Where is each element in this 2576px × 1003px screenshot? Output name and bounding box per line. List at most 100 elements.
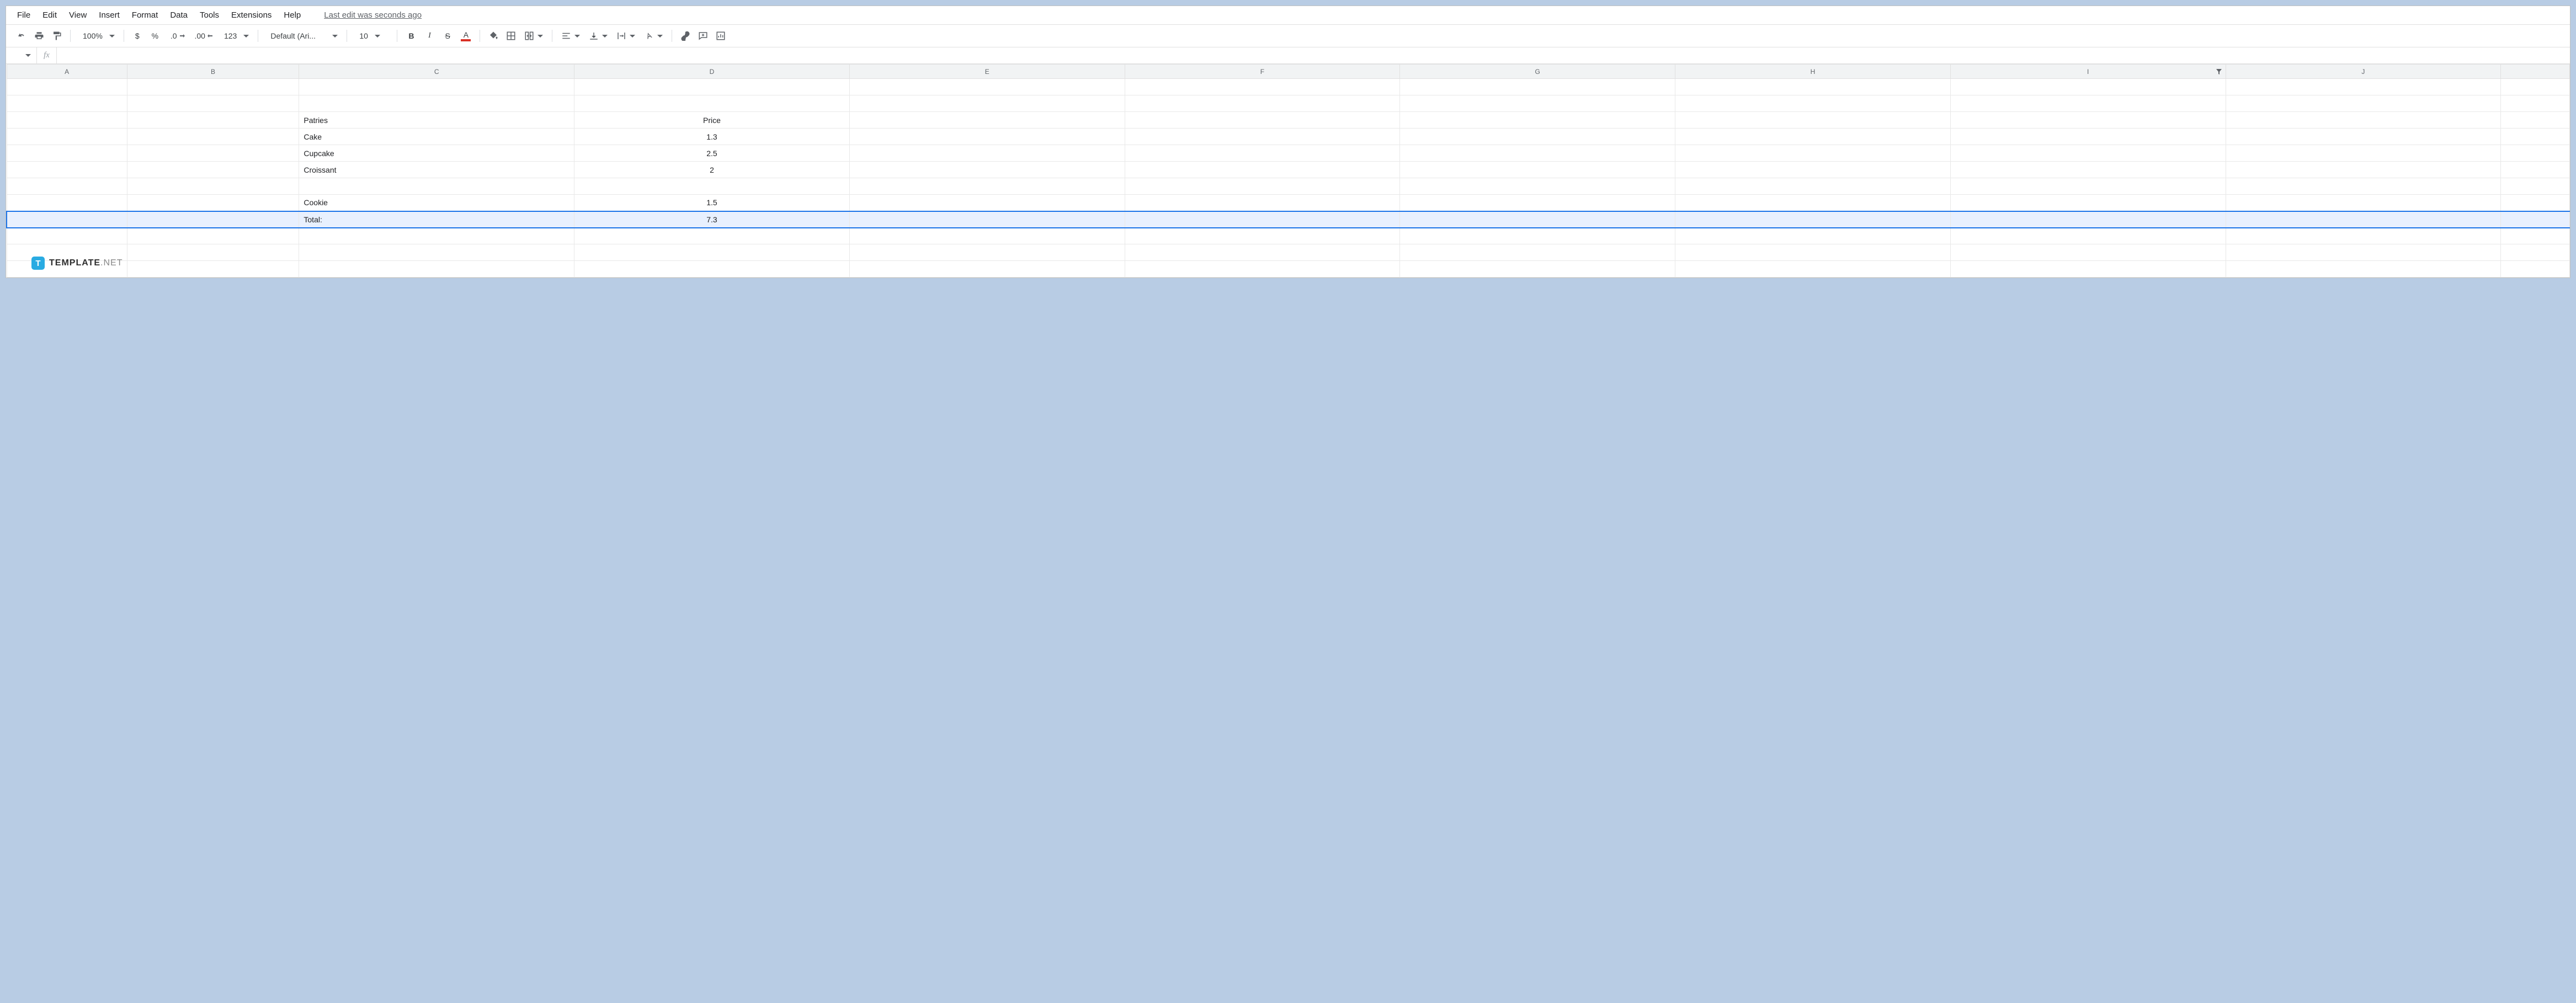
column-header-F[interactable]: F — [1125, 65, 1400, 79]
cell-H7[interactable] — [1675, 178, 1951, 195]
cell-B9[interactable] — [127, 211, 299, 228]
cell-J5[interactable] — [2226, 145, 2501, 162]
menu-tools[interactable]: Tools — [200, 10, 219, 20]
cell-C5[interactable]: Cupcake — [299, 145, 574, 162]
cell-I2[interactable] — [1950, 95, 2226, 112]
cell-J1[interactable] — [2226, 79, 2501, 95]
text-rotation-button[interactable] — [641, 31, 666, 41]
cell-H8[interactable] — [1675, 195, 1951, 211]
cell-F12[interactable] — [1125, 261, 1400, 278]
cell-A3[interactable] — [7, 112, 127, 129]
cell-D2[interactable] — [574, 95, 850, 112]
cell-E1[interactable] — [849, 79, 1125, 95]
borders-button[interactable] — [503, 28, 519, 44]
cell-F8[interactable] — [1125, 195, 1400, 211]
horizontal-align-button[interactable] — [558, 31, 583, 41]
cell-G12[interactable] — [1400, 261, 1675, 278]
cell-G9[interactable] — [1400, 211, 1675, 228]
cell-J8[interactable] — [2226, 195, 2501, 211]
column-header-J[interactable]: J — [2226, 65, 2501, 79]
cell-H5[interactable] — [1675, 145, 1951, 162]
cell-E10[interactable] — [849, 228, 1125, 244]
cell-F11[interactable] — [1125, 244, 1400, 261]
number-format-select[interactable]: 123 — [217, 31, 252, 40]
strikethrough-button[interactable]: S — [439, 28, 455, 44]
cell-G7[interactable] — [1400, 178, 1675, 195]
font-size-select[interactable]: 10 — [353, 31, 391, 40]
text-wrap-button[interactable] — [613, 31, 638, 41]
cell-E4[interactable] — [849, 129, 1125, 145]
cell-B11[interactable] — [127, 244, 299, 261]
cell-F6[interactable] — [1125, 162, 1400, 178]
cell-C3[interactable]: Patries — [299, 112, 574, 129]
cell-A11[interactable] — [7, 244, 127, 261]
cell-D12[interactable] — [574, 261, 850, 278]
cell-E2[interactable] — [849, 95, 1125, 112]
column-header-C[interactable]: C — [299, 65, 574, 79]
cell-I11[interactable] — [1950, 244, 2226, 261]
cell-F9[interactable] — [1125, 211, 1400, 228]
cell-I7[interactable] — [1950, 178, 2226, 195]
cell-H10[interactable] — [1675, 228, 1951, 244]
fill-color-button[interactable] — [486, 28, 501, 44]
name-box[interactable] — [6, 47, 37, 63]
cell-B3[interactable] — [127, 112, 299, 129]
menu-file[interactable]: File — [17, 10, 30, 20]
cell-E3[interactable] — [849, 112, 1125, 129]
cell-B12[interactable] — [127, 261, 299, 278]
cell-overflow-7[interactable] — [2501, 178, 2570, 195]
cell-G2[interactable] — [1400, 95, 1675, 112]
cell-I8[interactable] — [1950, 195, 2226, 211]
cell-B6[interactable] — [127, 162, 299, 178]
italic-button[interactable]: I — [422, 28, 437, 44]
menu-extensions[interactable]: Extensions — [231, 10, 272, 20]
cell-I5[interactable] — [1950, 145, 2226, 162]
column-header-B[interactable]: B — [127, 65, 299, 79]
last-edit-link[interactable]: Last edit was seconds ago — [324, 10, 422, 20]
cell-G5[interactable] — [1400, 145, 1675, 162]
cell-B10[interactable] — [127, 228, 299, 244]
cell-G10[interactable] — [1400, 228, 1675, 244]
column-header-G[interactable]: G — [1400, 65, 1675, 79]
cell-D3[interactable]: Price — [574, 112, 850, 129]
vertical-align-button[interactable] — [586, 31, 611, 41]
insert-chart-button[interactable] — [713, 28, 728, 44]
cell-I6[interactable] — [1950, 162, 2226, 178]
cell-E9[interactable] — [849, 211, 1125, 228]
cell-J6[interactable] — [2226, 162, 2501, 178]
cell-C12[interactable] — [299, 261, 574, 278]
cell-J4[interactable] — [2226, 129, 2501, 145]
cell-G6[interactable] — [1400, 162, 1675, 178]
cell-E8[interactable] — [849, 195, 1125, 211]
cell-A8[interactable] — [7, 195, 127, 211]
column-header-A[interactable]: A — [7, 65, 127, 79]
cell-B5[interactable] — [127, 145, 299, 162]
cell-D10[interactable] — [574, 228, 850, 244]
cell-J9[interactable] — [2226, 211, 2501, 228]
cell-I12[interactable] — [1950, 261, 2226, 278]
menu-help[interactable]: Help — [284, 10, 301, 20]
cell-J11[interactable] — [2226, 244, 2501, 261]
cell-C1[interactable] — [299, 79, 574, 95]
cell-I1[interactable] — [1950, 79, 2226, 95]
cell-J12[interactable] — [2226, 261, 2501, 278]
cell-A2[interactable] — [7, 95, 127, 112]
menu-insert[interactable]: Insert — [99, 10, 120, 20]
cell-E5[interactable] — [849, 145, 1125, 162]
cell-D4[interactable]: 1.3 — [574, 129, 850, 145]
cell-J2[interactable] — [2226, 95, 2501, 112]
paint-format-icon[interactable] — [49, 28, 65, 44]
cell-F3[interactable] — [1125, 112, 1400, 129]
menu-data[interactable]: Data — [170, 10, 188, 20]
cell-D6[interactable]: 2 — [574, 162, 850, 178]
cell-J3[interactable] — [2226, 112, 2501, 129]
cell-overflow-6[interactable] — [2501, 162, 2570, 178]
cell-F5[interactable] — [1125, 145, 1400, 162]
cell-overflow-1[interactable] — [2501, 79, 2570, 95]
text-color-button[interactable]: A — [458, 28, 474, 44]
cell-F2[interactable] — [1125, 95, 1400, 112]
cell-A9[interactable] — [7, 211, 127, 228]
cell-B1[interactable] — [127, 79, 299, 95]
cell-overflow-8[interactable] — [2501, 195, 2570, 211]
cell-D9[interactable]: 7.3 — [574, 211, 850, 228]
